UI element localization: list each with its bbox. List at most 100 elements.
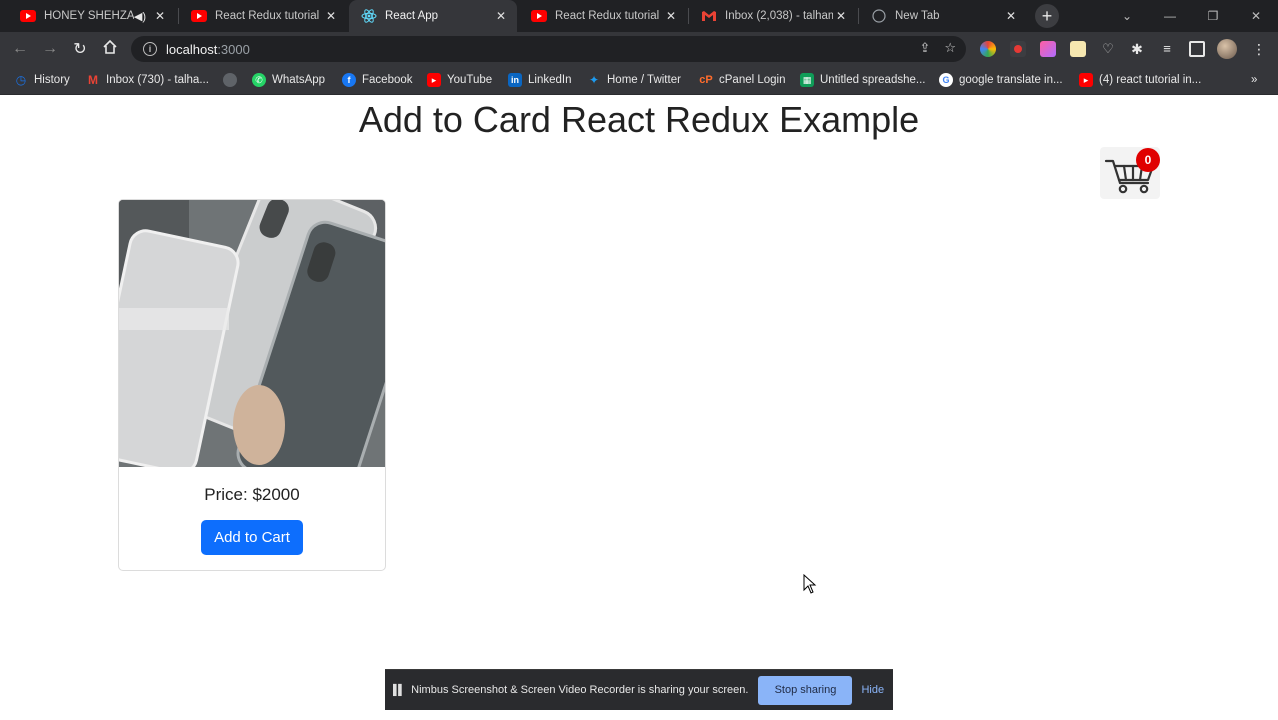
star-icon[interactable]: ☆: [944, 40, 956, 56]
minimize-icon: —: [1164, 9, 1176, 23]
bookmark-label: LinkedIn: [528, 74, 572, 86]
site-info-icon[interactable]: i: [143, 42, 157, 56]
forward-button[interactable]: →: [40, 39, 60, 59]
reading-list-icon[interactable]: ≡: [1159, 41, 1175, 57]
bookmark-youtube[interactable]: ▸ YouTube: [427, 72, 492, 88]
close-window-button[interactable]: ✕: [1234, 0, 1278, 32]
tab-search-button[interactable]: ⌄: [1105, 0, 1149, 32]
mouse-cursor-icon: [803, 574, 817, 594]
side-panel-icon[interactable]: [1189, 41, 1205, 57]
close-tab-icon[interactable]: ✕: [1003, 9, 1019, 23]
sheets-icon: ▦: [800, 73, 814, 87]
youtube-icon: [20, 8, 36, 24]
bulb-extension-icon[interactable]: ♡: [1100, 41, 1116, 57]
product-price: Price: $2000: [204, 485, 300, 504]
address-bar[interactable]: i localhost:3000 ⇪ ☆: [131, 36, 966, 62]
speaker-icon[interactable]: ◀): [134, 10, 146, 23]
reload-button[interactable]: ↻: [70, 39, 90, 59]
tab-honey-shehzad[interactable]: HONEY SHEHZAD ◀) ✕: [8, 0, 176, 32]
tab-react-redux-2[interactable]: React Redux tutorial in ✕: [519, 0, 687, 32]
tab-title: Inbox (2,038) - talham: [725, 10, 833, 22]
twitter-icon: ✦: [588, 73, 600, 87]
facebook-icon: f: [342, 73, 356, 87]
close-tab-icon[interactable]: ✕: [152, 9, 168, 23]
tab-title: HONEY SHEHZAD: [44, 10, 134, 22]
bookmark-facebook[interactable]: f Facebook: [342, 72, 413, 88]
gmail-icon: [701, 8, 717, 24]
tab-react-redux-1[interactable]: React Redux tutorial in ✕: [179, 0, 347, 32]
tab-title: React App: [385, 10, 439, 22]
bookmark-cpanel[interactable]: cP cPanel Login: [699, 72, 785, 88]
hide-button[interactable]: Hide: [861, 684, 884, 696]
back-button[interactable]: ←: [10, 39, 30, 59]
tab-title: React Redux tutorial in: [555, 10, 663, 22]
page-content: Add to Card React Redux Example 0 Price:…: [0, 95, 1278, 720]
stop-sharing-button[interactable]: Stop sharing: [758, 675, 853, 705]
restore-button[interactable]: ❐: [1191, 0, 1235, 32]
bookmark-label: (4) react tutorial in...: [1099, 74, 1202, 86]
google-icon: G: [939, 73, 953, 87]
bookmark-label: History: [34, 74, 70, 86]
bookmark-label: WhatsApp: [272, 74, 326, 86]
youtube-icon: [531, 8, 547, 24]
gradient-extension-icon[interactable]: [1040, 41, 1056, 57]
close-tab-icon[interactable]: ✕: [493, 9, 509, 23]
home-button[interactable]: [100, 39, 120, 59]
youtube-icon: ▸: [427, 73, 441, 87]
cart-count-badge: 0: [1136, 148, 1160, 172]
add-to-cart-button[interactable]: Add to Cart: [201, 520, 303, 555]
chevron-down-icon: ⌄: [1121, 9, 1133, 23]
bookmark-react-tutorial[interactable]: ▸ (4) react tutorial in...: [1079, 72, 1201, 88]
tab-react-app[interactable]: React App ✕: [349, 0, 517, 32]
react-icon: [361, 8, 377, 24]
pause-icon: ▌▌: [393, 684, 405, 696]
history-icon: ◷: [15, 73, 27, 87]
bookmark-label: Home / Twitter: [607, 74, 681, 86]
reload-icon: ↻: [73, 41, 87, 58]
bookmark-label: YouTube: [447, 74, 493, 86]
record-extension-icon[interactable]: [1010, 41, 1026, 57]
bookmark-gmail-inbox[interactable]: M Inbox (730) - talha...: [86, 72, 209, 88]
cpanel-icon: cP: [699, 74, 713, 86]
product-image: [119, 200, 385, 499]
bookmark-history[interactable]: ◷ History: [14, 72, 70, 88]
sharing-message: Nimbus Screenshot & Screen Video Recorde…: [411, 684, 749, 696]
whatsapp-icon: ✆: [252, 73, 266, 87]
color-picker-extension-icon[interactable]: [980, 41, 996, 57]
product-card: Price: $2000 Add to Cart: [118, 199, 386, 571]
profile-avatar[interactable]: [1217, 39, 1237, 59]
minimize-button[interactable]: —: [1148, 0, 1192, 32]
url-host: localhost: [166, 41, 218, 57]
arrow-left-icon: ←: [12, 40, 28, 57]
more-bookmarks-button[interactable]: »: [1251, 72, 1257, 88]
close-tab-icon[interactable]: ✕: [833, 9, 849, 23]
bookmark-twitter[interactable]: ✦ Home / Twitter: [587, 72, 681, 88]
tab-title: New Tab: [895, 10, 940, 22]
bookmark-google-translate[interactable]: Ggoogle translate in...: [939, 72, 1063, 88]
globe-icon: [223, 73, 237, 87]
new-tab-button[interactable]: +: [1035, 4, 1059, 28]
notes-extension-icon[interactable]: [1070, 41, 1086, 57]
url-port: :3000: [217, 41, 250, 57]
share-icon[interactable]: ⇪: [919, 40, 930, 56]
bookmark-label: Inbox (730) - talha...: [106, 74, 209, 86]
bookmark-spreadsheet[interactable]: ▦ Untitled spreadshe...: [800, 72, 925, 88]
linkedin-icon: in: [508, 73, 522, 87]
youtube-icon: [191, 8, 207, 24]
browser-chrome: HONEY SHEHZAD ◀) ✕ React Redux tutorial …: [0, 0, 1278, 95]
gmail-icon: M: [88, 73, 98, 87]
tab-strip: HONEY SHEHZAD ◀) ✕ React Redux tutorial …: [0, 0, 1278, 32]
extensions-puzzle-icon[interactable]: ✱: [1129, 41, 1145, 57]
bookmark-whatsapp[interactable]: ✆ WhatsApp: [252, 72, 325, 88]
close-icon: ✕: [1250, 9, 1262, 23]
tab-new-tab[interactable]: New Tab ✕: [859, 0, 1027, 32]
screen-sharing-bar: ▌▌ Nimbus Screenshot & Screen Video Reco…: [385, 669, 893, 710]
restore-icon: ❐: [1207, 9, 1219, 23]
close-tab-icon[interactable]: ✕: [663, 9, 679, 23]
bookmark-globe[interactable]: [223, 72, 243, 88]
close-tab-icon[interactable]: ✕: [323, 9, 339, 23]
menu-dots-icon[interactable]: ⋮: [1251, 41, 1267, 57]
bookmark-linkedin[interactable]: in LinkedIn: [508, 72, 571, 88]
tab-gmail-inbox[interactable]: Inbox (2,038) - talham ✕: [689, 0, 857, 32]
bookmark-label: google translate in...: [959, 74, 1063, 86]
